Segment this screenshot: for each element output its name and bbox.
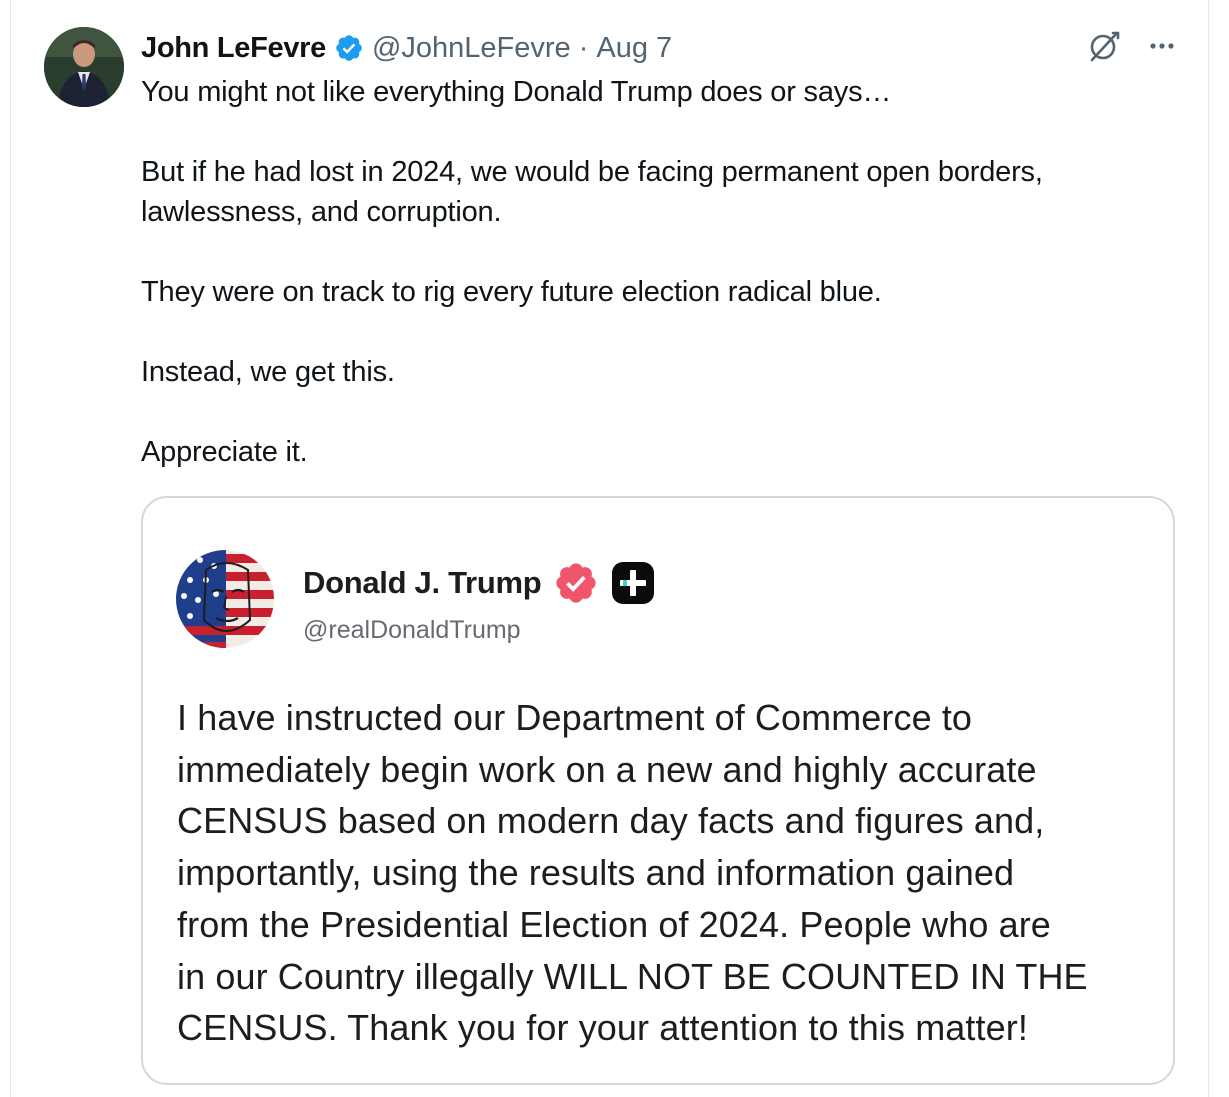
tweet-paragraph: But if he had lost in 2024, we would be … xyxy=(141,156,1043,228)
tweet-paragraph: Appreciate it. xyxy=(141,436,308,468)
quoted-text-line: CENSUS based on modern day facts and fig… xyxy=(177,800,1045,842)
tweet[interactable]: John LeFevre @JohnLeFevre · Aug 7 You mi… xyxy=(10,0,1209,1097)
tweet-top-actions xyxy=(1086,28,1180,64)
quoted-post-card[interactable]: Donald J. Trump @realDonaldTrump I have … xyxy=(141,496,1175,1085)
plus-badge-icon xyxy=(611,561,655,605)
quoted-text-line: CENSUS. Thank you for your attention to … xyxy=(177,1007,1028,1049)
tweet-text: You might not like everything Donald Tru… xyxy=(141,72,1151,472)
tweet-date[interactable]: Aug 7 xyxy=(596,32,672,65)
more-options-icon[interactable] xyxy=(1144,28,1180,64)
quoted-text-line: immediately begin work on a new and high… xyxy=(177,748,1037,790)
grok-icon[interactable] xyxy=(1086,28,1122,64)
verified-badge-red-icon xyxy=(553,560,599,606)
quoted-author-avatar-image xyxy=(176,550,274,648)
quoted-post-text: I have instructed our Department of Comm… xyxy=(177,692,1157,1054)
quoted-text-line: in our Country illegally WILL NOT BE COU… xyxy=(177,955,1088,997)
quoted-author-name[interactable]: Donald J. Trump xyxy=(303,565,542,601)
tweet-paragraph: They were on track to rig every future e… xyxy=(141,276,882,308)
quoted-text-line: I have instructed our Department of Comm… xyxy=(177,697,973,738)
author-avatar[interactable] xyxy=(44,27,124,107)
quoted-author-handle: @realDonaldTrump xyxy=(303,616,521,644)
quoted-author-avatar xyxy=(176,550,274,648)
quoted-text-line: importantly, using the results and infor… xyxy=(177,852,1015,894)
tweet-paragraph: Instead, we get this. xyxy=(141,356,395,388)
author-avatar-image xyxy=(44,27,124,107)
verified-badge-icon[interactable] xyxy=(334,33,364,63)
quoted-name-row: Donald J. Trump xyxy=(303,561,655,605)
header-separator: · xyxy=(578,31,589,64)
tweet-header: John LeFevre @JohnLeFevre · Aug 7 xyxy=(141,28,672,68)
tweet-paragraph: You might not like everything Donald Tru… xyxy=(141,76,892,108)
author-handle[interactable]: @JohnLeFevre xyxy=(372,32,571,65)
author-name[interactable]: John LeFevre xyxy=(141,32,326,65)
quoted-text-line: from the Presidential Election of 2024. … xyxy=(177,903,1051,945)
